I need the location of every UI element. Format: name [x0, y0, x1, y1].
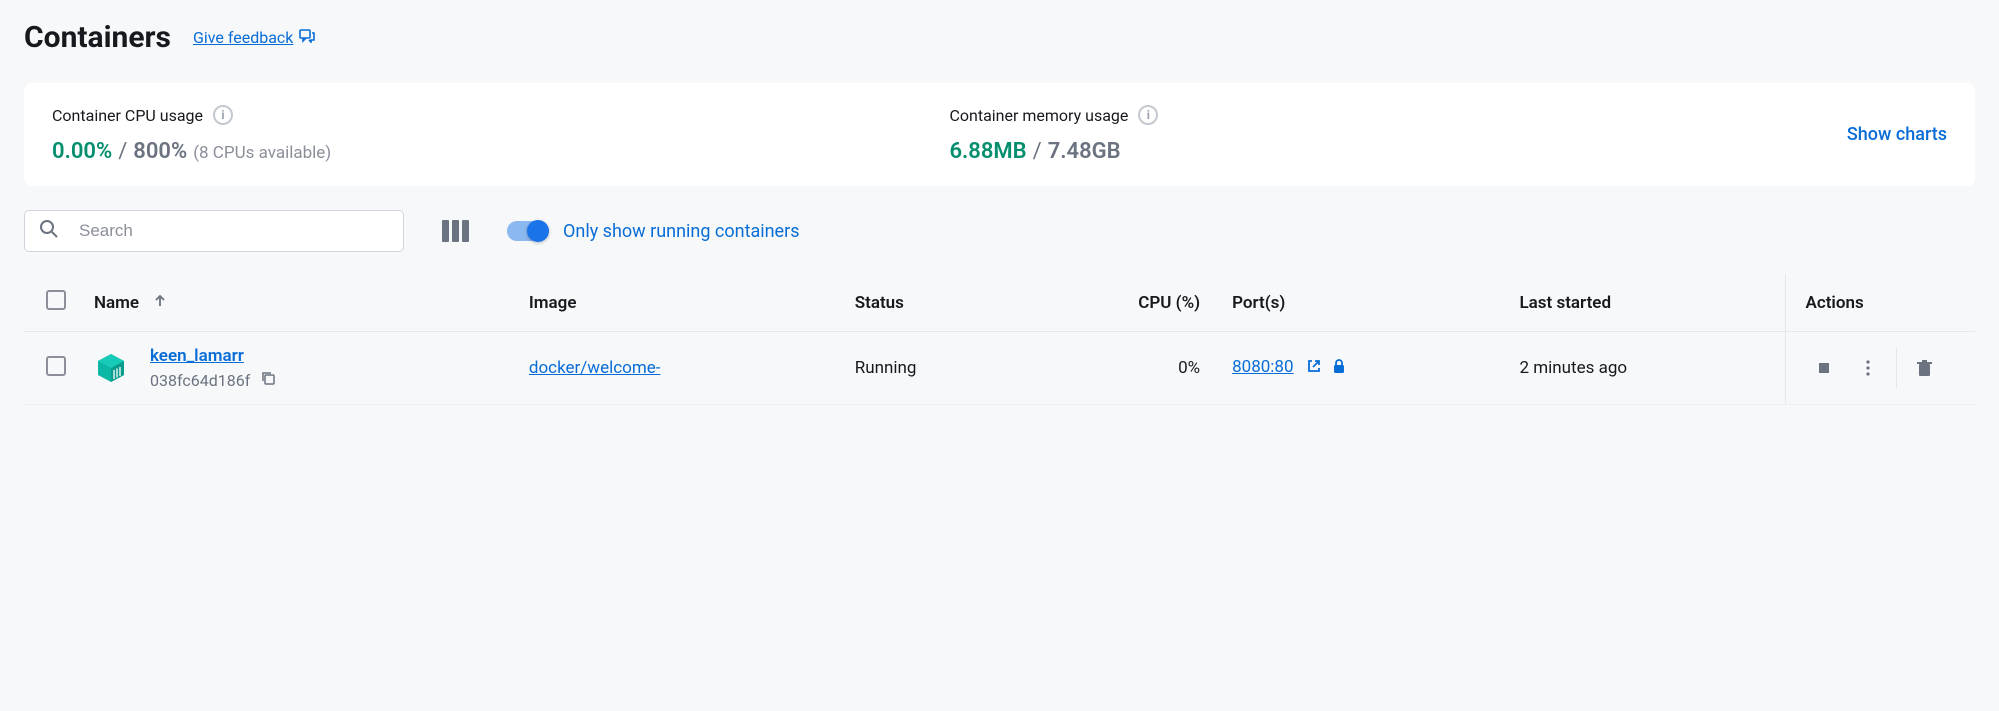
- feedback-label: Give feedback: [193, 28, 293, 47]
- container-icon: [94, 351, 128, 385]
- toggle-knob: [527, 220, 549, 242]
- running-toggle-label: Only show running containers: [563, 221, 800, 242]
- header-actions: Actions: [1785, 274, 1975, 332]
- columns-icon[interactable]: [442, 220, 469, 242]
- image-link[interactable]: docker/welcome-: [529, 358, 661, 378]
- info-icon[interactable]: i: [213, 105, 233, 125]
- stats-panel: Container CPU usage i 0.00% / 800% (8 CP…: [24, 83, 1975, 186]
- toolbar: Only show running containers: [24, 210, 1975, 252]
- action-divider: [1896, 348, 1897, 388]
- search-icon: [39, 219, 59, 243]
- show-charts-button[interactable]: Show charts: [1847, 124, 1947, 145]
- header-image[interactable]: Image: [519, 274, 845, 332]
- header-name[interactable]: Name: [84, 274, 519, 332]
- memory-stat-block: Container memory usage i 6.88MB / 7.48GB: [949, 105, 1846, 164]
- cpu-separator: /: [118, 139, 127, 164]
- header-status[interactable]: Status: [845, 274, 1021, 332]
- last-started-value: 2 minutes ago: [1509, 332, 1785, 405]
- container-id: 038fc64d186f: [150, 371, 250, 390]
- header-cpu[interactable]: CPU (%): [1020, 274, 1222, 332]
- header-ports[interactable]: Port(s): [1222, 274, 1509, 332]
- external-link-icon[interactable]: [1306, 358, 1322, 379]
- search-input[interactable]: [79, 221, 389, 241]
- port-link[interactable]: 8080:80: [1232, 357, 1293, 377]
- cpu-stat-block: Container CPU usage i 0.00% / 800% (8 CP…: [52, 105, 949, 164]
- give-feedback-link[interactable]: Give feedback: [193, 28, 315, 47]
- containers-table: Name Image Status CPU (%) Port(s) Last s…: [24, 274, 1975, 405]
- cpu-detail: (8 CPUs available): [193, 143, 331, 163]
- memory-stat-label: Container memory usage: [949, 106, 1128, 125]
- copy-icon[interactable]: [260, 370, 276, 390]
- container-name-link[interactable]: keen_lamarr: [150, 346, 276, 366]
- cpu-value: 0%: [1020, 332, 1222, 405]
- select-all-checkbox[interactable]: [46, 290, 66, 310]
- page-title: Containers: [24, 20, 171, 55]
- sort-arrow-up-icon: [153, 293, 167, 313]
- info-icon[interactable]: i: [1138, 105, 1158, 125]
- lock-icon[interactable]: [1332, 358, 1346, 379]
- cpu-total: 800%: [133, 139, 187, 164]
- row-checkbox[interactable]: [46, 356, 66, 376]
- more-actions-button[interactable]: [1846, 346, 1890, 390]
- cpu-current: 0.00%: [52, 139, 112, 164]
- feedback-icon: [299, 28, 315, 47]
- header-last-started[interactable]: Last started: [1509, 274, 1785, 332]
- search-box[interactable]: [24, 210, 404, 252]
- memory-separator: /: [1033, 139, 1042, 164]
- status-text: Running: [845, 332, 1021, 405]
- delete-button[interactable]: [1903, 346, 1947, 390]
- table-row: keen_lamarr 038fc64d186f: [24, 332, 1975, 405]
- cpu-stat-label: Container CPU usage: [52, 106, 203, 125]
- running-toggle[interactable]: [507, 221, 547, 241]
- memory-current: 6.88MB: [949, 139, 1026, 164]
- running-toggle-group: Only show running containers: [507, 221, 800, 242]
- stop-button[interactable]: [1802, 346, 1846, 390]
- memory-total: 7.48GB: [1048, 139, 1121, 164]
